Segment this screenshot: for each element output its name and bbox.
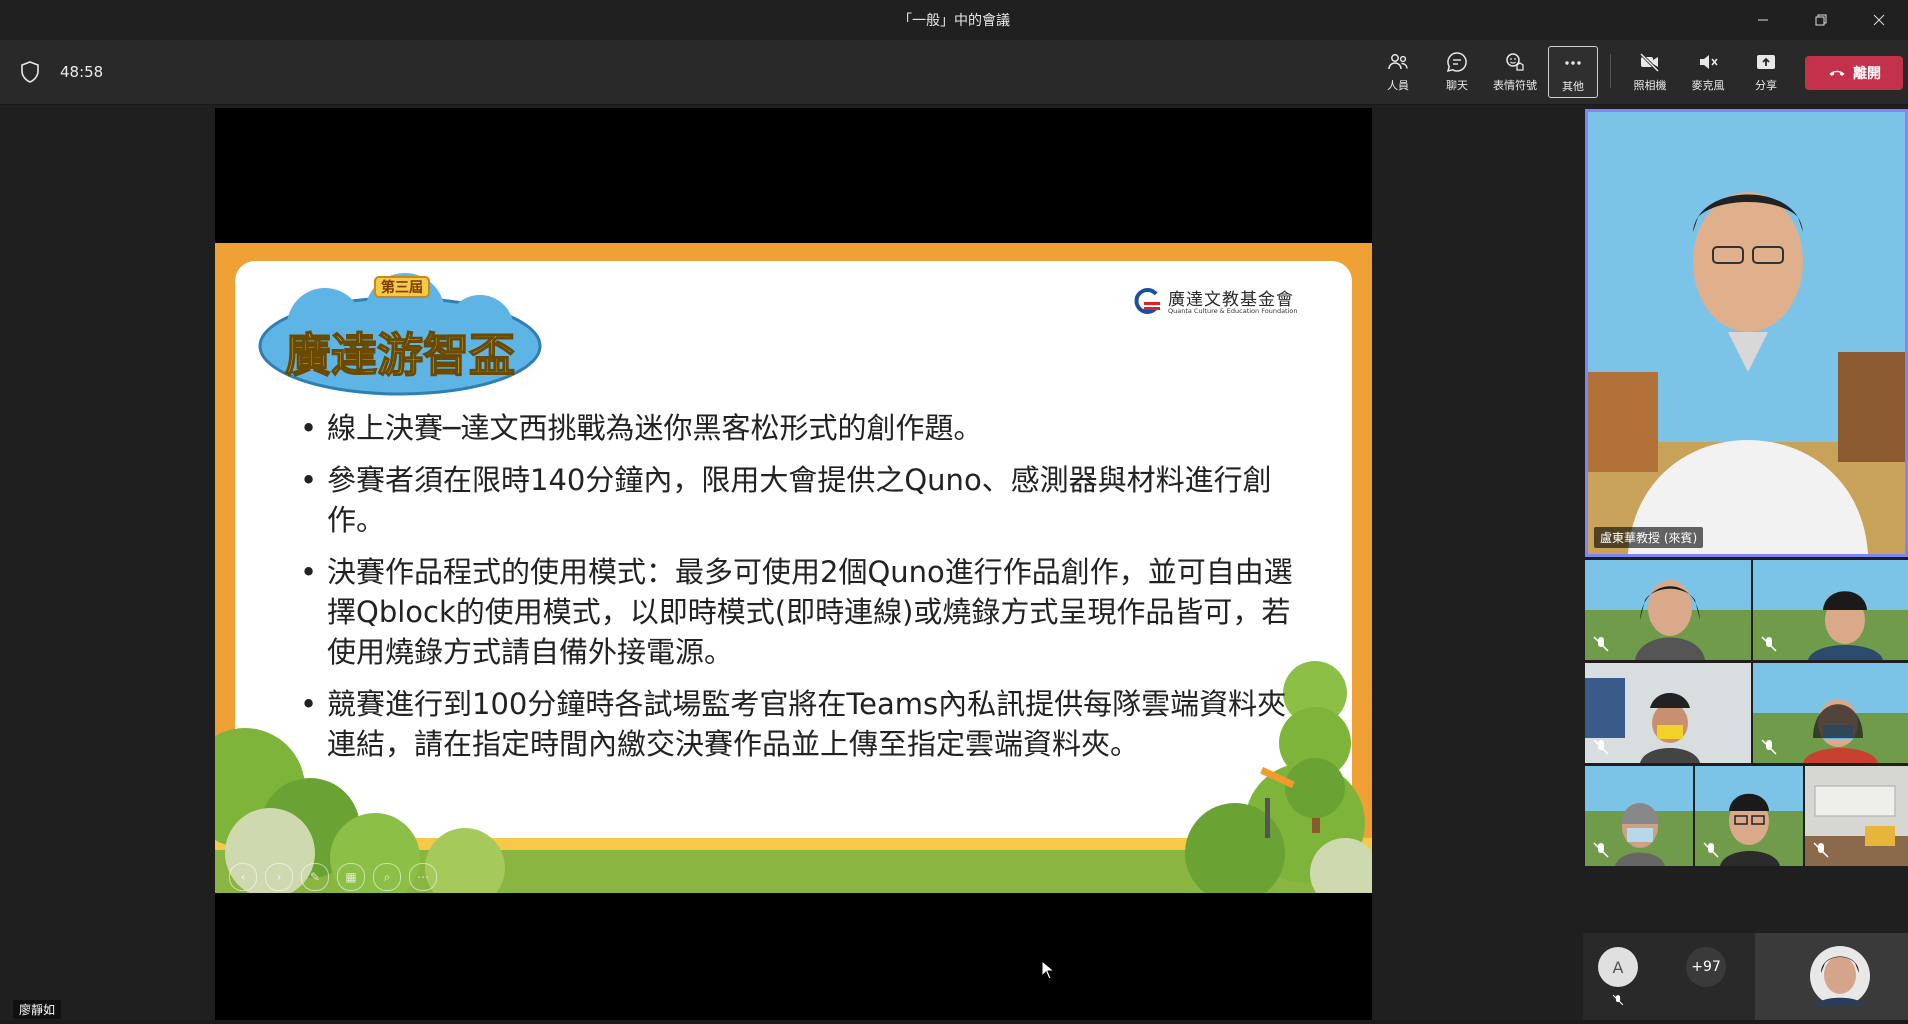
- speaker-muted-icon: [1700, 54, 1718, 69]
- chevron-left-icon: ‹: [240, 870, 246, 884]
- presentation-slide: 第三屆 廣達游智盃 廣達文教基金會 Quanta Culture & Educa…: [215, 243, 1372, 893]
- window-title-bar: 「一般」中的會議: [0, 0, 1908, 40]
- self-video-preview[interactable]: [1755, 933, 1908, 1020]
- presenter-name-tag: 廖靜如: [13, 1000, 62, 1019]
- reactions-label: 表情符號: [1493, 78, 1537, 92]
- grid-icon: ▦: [345, 870, 357, 884]
- mic-off-icon: [1761, 739, 1777, 755]
- participant-tile[interactable]: [1695, 766, 1803, 866]
- mic-button[interactable]: 麥克風: [1680, 46, 1736, 96]
- slide-more-button[interactable]: ⋯: [409, 863, 437, 891]
- slide-bullet: 參賽者須在限時140分鐘內，限用大會提供之Quno、感測器與材料進行創作。: [300, 460, 1310, 540]
- close-button[interactable]: [1850, 0, 1908, 40]
- meeting-toolbar: 48:58 人員 聊天 表情符號 其他 照相機 麥克風 分享 離開: [0, 40, 1908, 105]
- slide-navigation-controls: ‹ › ✎ ▦ ⌕ ⋯: [229, 863, 437, 891]
- self-video: [1755, 933, 1908, 1020]
- mic-off-icon: [1593, 636, 1609, 652]
- foundation-emblem-icon: [1134, 288, 1160, 314]
- main-speaker-name: 盧東華教授 (來賓): [1594, 527, 1704, 548]
- foundation-english-name: Quanta Culture & Education Foundation: [1168, 307, 1298, 315]
- previous-slide-button[interactable]: ‹: [229, 863, 257, 891]
- reactions-button[interactable]: 表情符號: [1487, 46, 1543, 96]
- window-title: 「一般」中的會議: [898, 13, 1010, 29]
- meeting-timer: 48:58: [60, 63, 104, 81]
- slide-grid-button[interactable]: ▦: [337, 863, 365, 891]
- mic-off-icon: [1703, 842, 1719, 858]
- pen-tool-button[interactable]: ✎: [301, 863, 329, 891]
- share-button[interactable]: 分享: [1738, 46, 1794, 96]
- restore-button[interactable]: [1792, 0, 1850, 40]
- close-icon: [1873, 14, 1885, 26]
- speaker-video: [1588, 112, 1905, 554]
- magnifier-icon: ⌕: [383, 869, 391, 884]
- mouse-cursor-icon: [1041, 960, 1055, 980]
- overflow-participants-row: A +97: [1583, 933, 1908, 1020]
- people-icon: [1388, 53, 1408, 69]
- slide-bullet-list: 線上決賽─達文西挑戰為迷你黑客松形式的創作題。 參賽者須在限時140分鐘內，限用…: [300, 408, 1310, 776]
- participant-tile[interactable]: [1753, 663, 1908, 763]
- mic-label: 麥克風: [1691, 78, 1725, 92]
- pen-icon: ✎: [309, 870, 321, 884]
- participant-tile[interactable]: [1805, 766, 1908, 866]
- participant-avatar[interactable]: A: [1598, 947, 1638, 987]
- more-icon: [1565, 60, 1581, 65]
- camera-label: 照相機: [1633, 78, 1667, 92]
- more-button[interactable]: 其他: [1548, 46, 1598, 98]
- chat-button[interactable]: 聊天: [1429, 46, 1485, 96]
- mic-off-icon: [1593, 842, 1609, 858]
- reactions-icon: [1506, 52, 1524, 71]
- leave-button[interactable]: 離開: [1805, 56, 1903, 90]
- toolbar-separator: [1610, 54, 1611, 88]
- shield-icon[interactable]: [18, 60, 42, 84]
- minimize-button[interactable]: [1734, 0, 1792, 40]
- zoom-button[interactable]: ⌕: [373, 863, 401, 891]
- participant-tile[interactable]: [1585, 560, 1751, 660]
- slide-bullet: 競賽進行到100分鐘時各試場監考官將在Teams內私訊提供每隊雲端資料夾連結，請…: [300, 684, 1310, 764]
- more-participants-count[interactable]: +97: [1686, 947, 1726, 987]
- mic-off-icon: [1612, 994, 1624, 1006]
- participant-rail: 盧東華教授 (來賓) A +97: [1583, 105, 1908, 1020]
- participant-tile[interactable]: [1753, 560, 1908, 660]
- chevron-right-icon: ›: [276, 870, 282, 884]
- screen-share-area: 第三屆 廣達游智盃 廣達文教基金會 Quanta Culture & Educa…: [215, 108, 1372, 1020]
- shared-content-stage: 第三屆 廣達游智盃 廣達文教基金會 Quanta Culture & Educa…: [0, 105, 1583, 1020]
- participant-tile[interactable]: [1585, 663, 1751, 763]
- ellipsis-icon: ⋯: [417, 870, 429, 884]
- hang-up-icon: [1829, 70, 1845, 76]
- share-icon: [1757, 54, 1775, 69]
- window-controls: [1734, 0, 1908, 40]
- camera-off-icon: [1639, 52, 1660, 72]
- chat-icon: [1446, 51, 1467, 72]
- slide-bullet: 線上決賽─達文西挑戰為迷你黑客松形式的創作題。: [300, 408, 1310, 448]
- camera-button[interactable]: 照相機: [1622, 46, 1678, 96]
- more-label: 其他: [1562, 79, 1584, 93]
- svg-text:廣達游智盃: 廣達游智盃: [285, 328, 515, 382]
- mic-off-icon: [1813, 842, 1829, 858]
- next-slide-button[interactable]: ›: [265, 863, 293, 891]
- participant-tile[interactable]: [1585, 766, 1693, 866]
- restore-icon: [1815, 14, 1827, 26]
- people-button[interactable]: 人員: [1370, 46, 1426, 96]
- competition-logo: 第三屆 廣達游智盃: [258, 273, 542, 396]
- share-label: 分享: [1755, 78, 1777, 92]
- chat-label: 聊天: [1446, 78, 1468, 92]
- foundation-logo: 廣達文教基金會 Quanta Culture & Education Found…: [1130, 285, 1315, 319]
- mic-off-icon: [1761, 636, 1777, 652]
- svg-text:第三屆: 第三屆: [381, 279, 423, 296]
- leave-label: 離開: [1853, 66, 1881, 82]
- people-label: 人員: [1387, 78, 1409, 92]
- main-speaker-tile[interactable]: 盧東華教授 (來賓): [1585, 109, 1908, 557]
- minimize-icon: [1758, 19, 1768, 21]
- mic-off-icon: [1593, 739, 1609, 755]
- slide-bullet: 決賽作品程式的使用模式：最多可使用2個Quno進行作品創作，並可自由選擇Qblo…: [300, 552, 1310, 672]
